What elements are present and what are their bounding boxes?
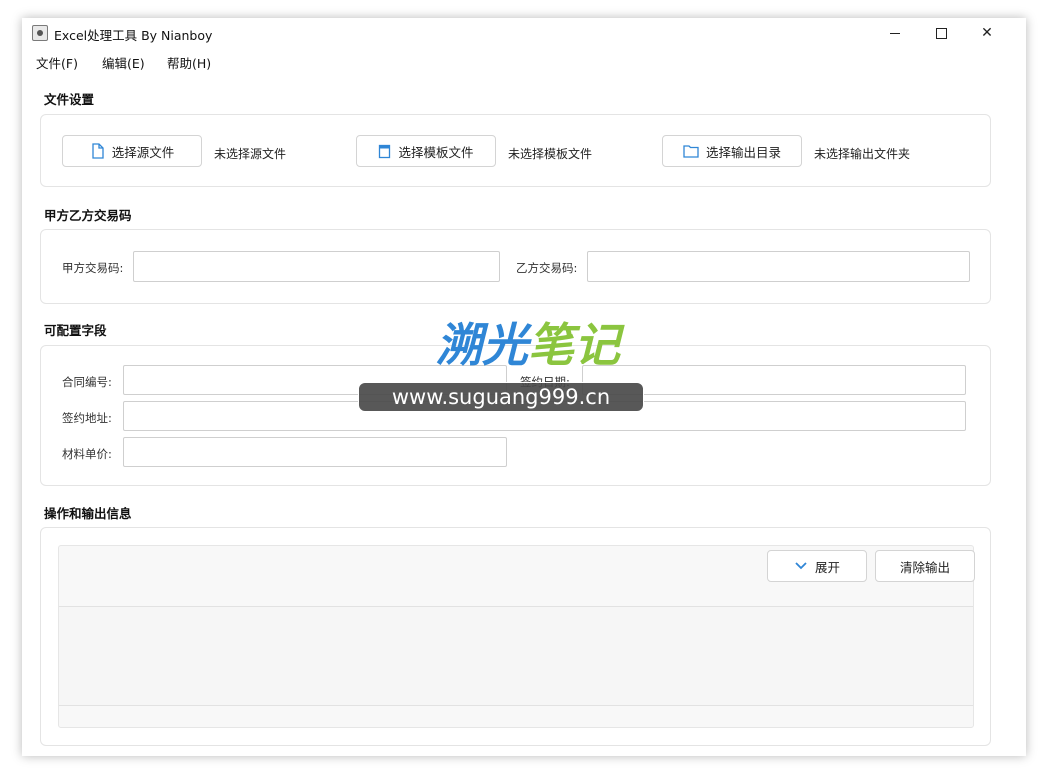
trade-codes-title: 甲方乙方交易码	[44, 208, 132, 223]
menu-edit[interactable]: 编辑(E)	[102, 53, 145, 72]
file-settings-card: 选择源文件 未选择源文件 选择模板文件 未选择模板文件 选择输出目录 未选择输出…	[40, 114, 991, 187]
source-status: 未选择源文件	[214, 147, 287, 161]
clear-output-button[interactable]: 清除输出	[875, 550, 975, 582]
title-bar[interactable]: Excel处理工具 By Nianboy ✕	[22, 18, 1026, 48]
select-template-button[interactable]: 选择模板文件	[356, 135, 496, 167]
template-status: 未选择模板文件	[508, 147, 593, 161]
file-settings-title: 文件设置	[44, 92, 95, 107]
app-window: Excel处理工具 By Nianboy ✕ 文件(F) 编辑(E) 帮助(H)…	[22, 18, 1026, 756]
select-source-label: 选择源文件	[111, 144, 175, 160]
contract-no-input[interactable]	[123, 365, 507, 395]
material-price-input[interactable]	[123, 437, 507, 467]
folder-icon	[683, 144, 699, 158]
output-info-card: 展开 清除输出	[40, 527, 991, 746]
output-log-area[interactable]	[59, 606, 973, 706]
expand-button[interactable]: 展开	[767, 550, 867, 582]
menu-help[interactable]: 帮助(H)	[167, 53, 211, 72]
trade-codes-card: 甲方交易码: 乙方交易码:	[40, 229, 991, 304]
party-a-label: 甲方交易码:	[62, 261, 124, 275]
config-fields-title: 可配置字段	[44, 323, 107, 338]
chevron-down-icon	[794, 561, 808, 571]
sign-place-input[interactable]	[123, 401, 966, 431]
select-template-label: 选择模板文件	[398, 144, 474, 160]
select-output-label: 选择输出目录	[705, 144, 781, 160]
material-price-label: 材料单价:	[62, 447, 112, 461]
maximize-button[interactable]	[918, 18, 964, 48]
select-output-button[interactable]: 选择输出目录	[662, 135, 802, 167]
close-icon: ✕	[981, 25, 993, 41]
sign-date-label: 签约日期:	[520, 375, 570, 389]
clear-output-label: 清除输出	[899, 559, 950, 575]
output-status: 未选择输出文件夹	[814, 147, 911, 161]
app-icon	[32, 25, 48, 41]
sign-date-input[interactable]	[582, 365, 966, 395]
menu-bar: 文件(F) 编辑(E) 帮助(H)	[22, 48, 1026, 74]
document-icon	[378, 144, 391, 159]
output-info-title: 操作和输出信息	[44, 506, 132, 521]
window-title: Excel处理工具 By Nianboy	[54, 28, 213, 43]
minimize-button[interactable]	[872, 18, 918, 48]
maximize-icon	[935, 27, 947, 39]
select-source-button[interactable]: 选择源文件	[62, 135, 202, 167]
menu-file[interactable]: 文件(F)	[36, 53, 78, 72]
close-button[interactable]: ✕	[964, 18, 1010, 48]
sign-place-label: 签约地址:	[62, 411, 112, 425]
config-fields-card: 合同编号: 签约日期: 签约地址: 材料单价:	[40, 345, 991, 486]
file-icon	[90, 143, 105, 159]
output-panel: 展开 清除输出	[58, 545, 975, 728]
expand-label: 展开	[814, 559, 840, 575]
contract-no-label: 合同编号:	[62, 375, 112, 389]
party-b-input[interactable]	[587, 251, 970, 282]
party-b-label: 乙方交易码:	[516, 261, 578, 275]
minimize-icon	[890, 32, 900, 34]
party-a-input[interactable]	[133, 251, 500, 282]
